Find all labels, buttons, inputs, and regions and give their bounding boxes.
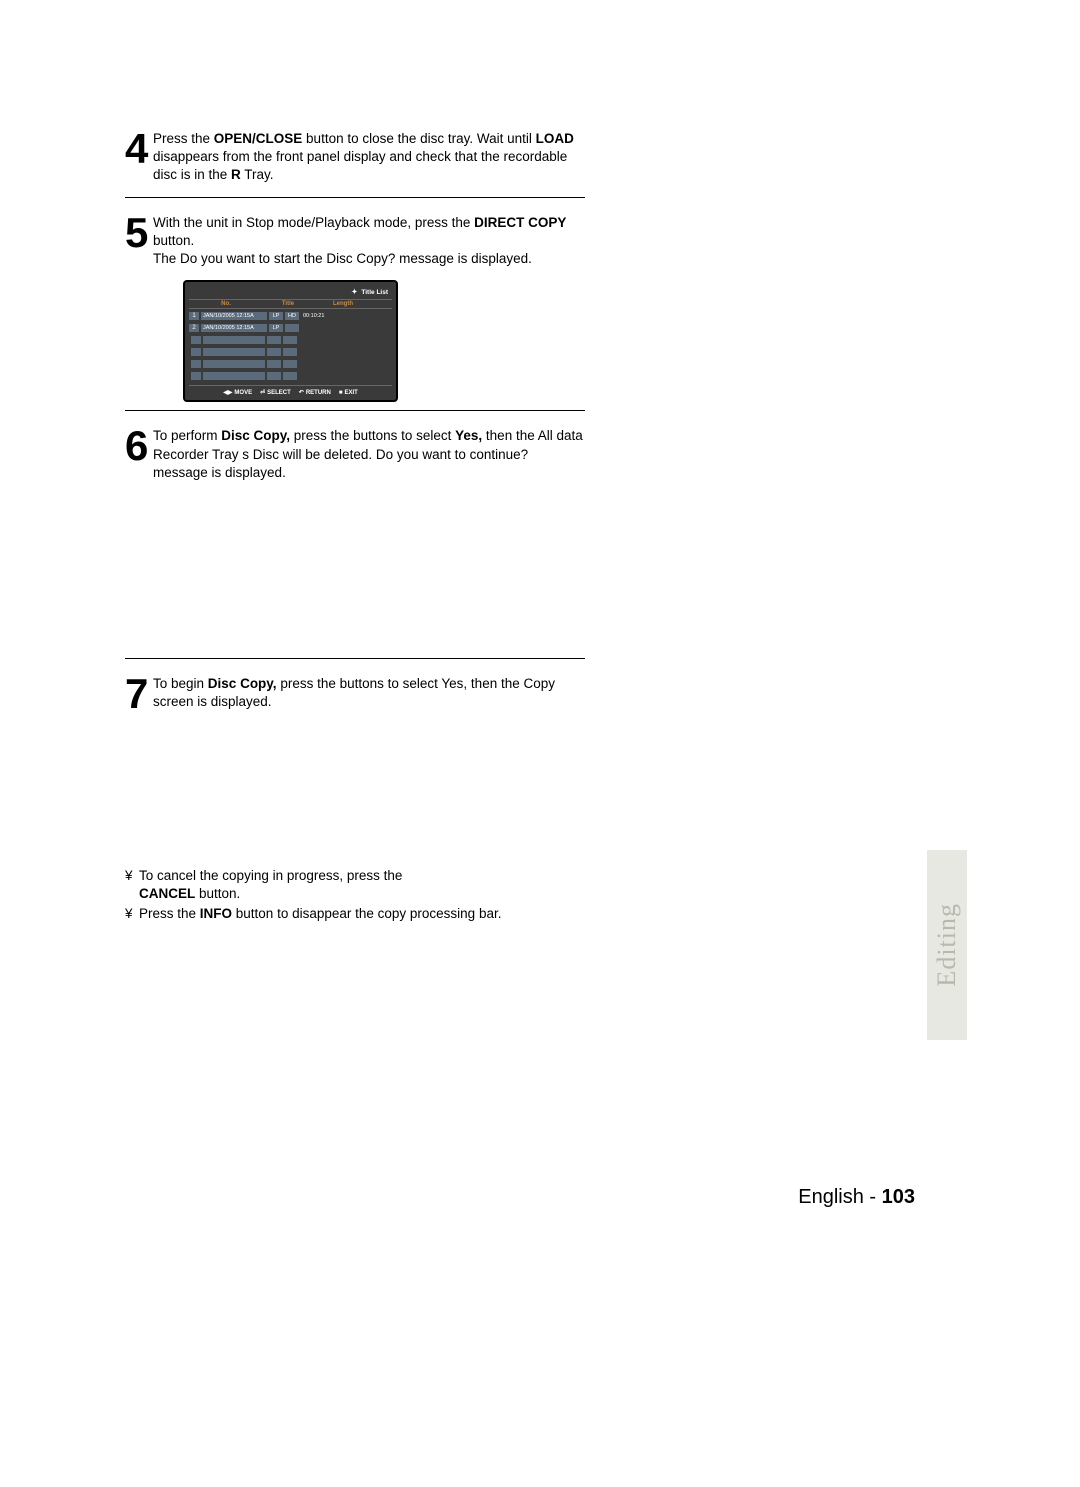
section-tab-label: Editing [932, 903, 962, 987]
footer-language: English [798, 1186, 864, 1208]
table-row [189, 371, 392, 381]
exit-icon: ■ [339, 390, 343, 396]
col-no: No. [189, 300, 263, 308]
step-number: 5 [125, 212, 153, 254]
move-icon: ◀▶ [223, 389, 232, 396]
diamond-icon: ✦ [352, 288, 358, 296]
page-number: 103 [882, 1186, 915, 1208]
screen-title-bar: ✦ Title List [189, 286, 392, 299]
step-7: 7 To begin Disc Copy, press the buttons … [125, 673, 585, 715]
step-4: 4 Press the OPEN/CLOSE button to close t… [125, 128, 585, 185]
step-number: 6 [125, 425, 153, 467]
step-text: With the unit in Stop mode/Playback mode… [153, 212, 585, 269]
table-row: 1 JAN/10/2005 12:15A LP HD 00:10:21 [189, 311, 392, 321]
table-row [189, 359, 392, 369]
table-row [189, 335, 392, 345]
section-tab: Editing [927, 850, 967, 1040]
step-text: Press the OPEN/CLOSE button to close the… [153, 128, 585, 185]
select-icon: ⏎ [260, 389, 265, 396]
step-5: 5 With the unit in Stop mode/Playback mo… [125, 212, 585, 269]
title-list-screen: ✦ Title List No. Title Length 1 JAN/10/2… [183, 280, 398, 402]
table-row [189, 347, 392, 357]
screen-title: Title List [361, 289, 388, 296]
col-title: Title [263, 300, 313, 308]
divider [125, 410, 585, 411]
step-text: To perform Disc Copy, press the buttons … [153, 425, 585, 482]
column-headers: No. Title Length [189, 299, 392, 309]
note-bullet: ¥ To cancel the copying in progress, pre… [125, 867, 585, 903]
note-bullet: ¥ Press the INFO button to disappear the… [125, 905, 585, 923]
return-icon: ↶ [299, 389, 304, 396]
step-6: 6 To perform Disc Copy, press the button… [125, 425, 585, 482]
divider [125, 658, 585, 659]
table-row: 2 JAN/10/2005 12:15A LP [189, 323, 392, 333]
step-text: To begin Disc Copy, press the buttons to… [153, 673, 585, 711]
screen-hints: ◀▶MOVE ⏎SELECT ↶RETURN ■EXIT [189, 385, 392, 396]
col-length: Length [313, 300, 373, 308]
step-number: 4 [125, 128, 153, 170]
page-footer: English - 103 [798, 1186, 915, 1209]
divider [125, 197, 585, 198]
step-number: 7 [125, 673, 153, 715]
